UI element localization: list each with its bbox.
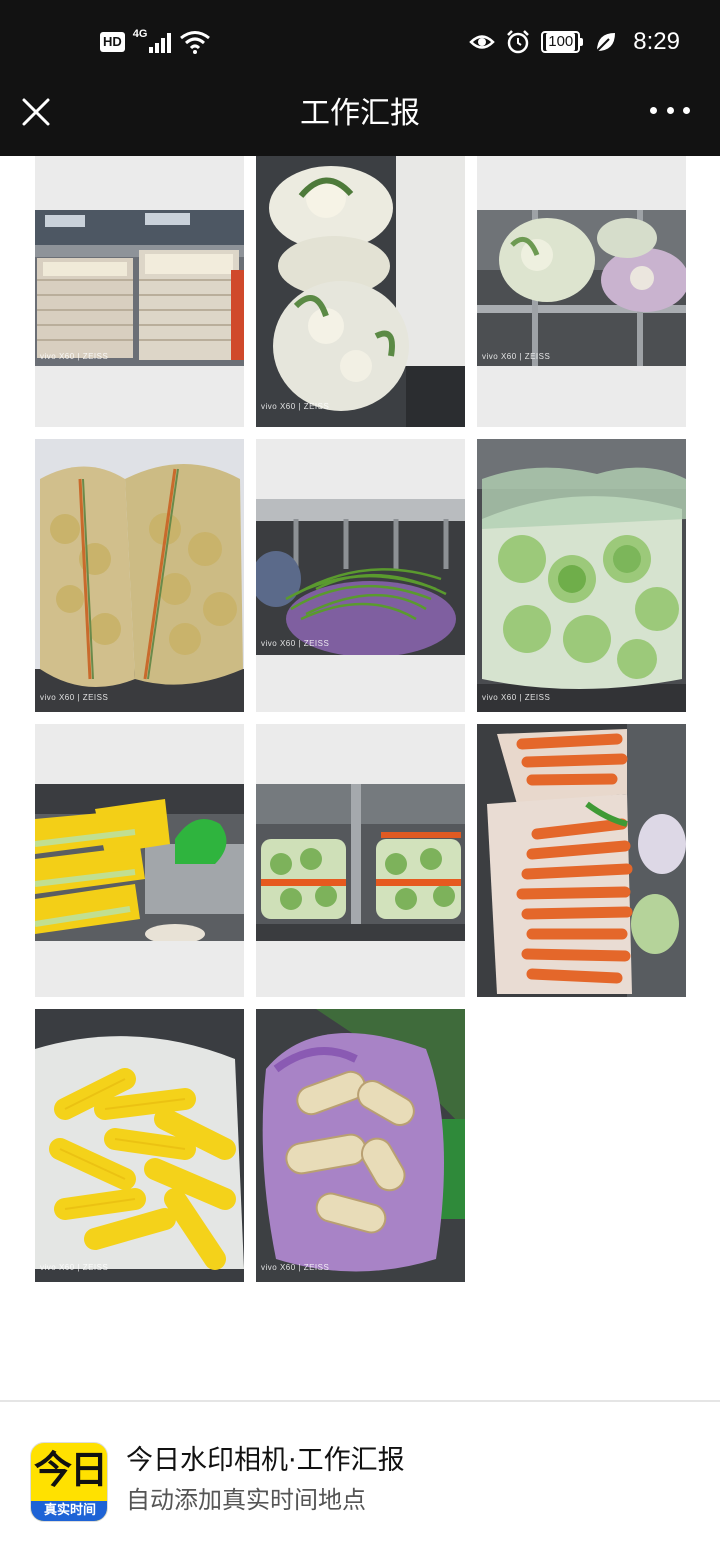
network-type: 4G xyxy=(132,28,148,40)
photo-image xyxy=(477,210,686,366)
signal-icon xyxy=(149,31,172,53)
app-logo: 今日 真实时间 xyxy=(30,1442,108,1522)
eye-icon xyxy=(469,35,496,49)
alarm-icon xyxy=(507,30,530,54)
photo-thumbnail[interactable]: vivo X60 | ZEISS xyxy=(256,439,465,712)
banner-subtitle: 自动添加真实时间地点 xyxy=(126,1486,366,1514)
battery-level: 100 xyxy=(546,33,576,51)
photo-image xyxy=(477,439,686,712)
banner-title: 今日水印相机·工作汇报 xyxy=(126,1445,405,1476)
photo-watermark: vivo X60 | ZEISS xyxy=(40,352,109,361)
photo-image xyxy=(256,499,465,655)
photo-thumbnail[interactable]: vivo X60 | ZEISS xyxy=(35,156,244,427)
app-logo-strip: 真实时间 xyxy=(31,1501,107,1521)
photo-watermark: vivo X60 | ZEISS xyxy=(261,1263,330,1272)
photo-image xyxy=(35,1009,244,1282)
photo-thumbnail[interactable] xyxy=(256,724,465,997)
battery-icon: 100 xyxy=(541,31,584,53)
photo-image xyxy=(256,784,465,941)
photo-grid: vivo X60 | ZEISS vivo X60 | ZEISS vivo X… xyxy=(35,156,686,1282)
photo-thumbnail[interactable]: vivo X60 | ZEISS xyxy=(477,439,686,712)
more-icon[interactable] xyxy=(650,98,690,122)
photo-thumbnail[interactable]: vivo X60 | ZEISS xyxy=(35,439,244,712)
photo-image xyxy=(256,156,465,427)
photo-image xyxy=(477,724,686,997)
nav-bar: 工作汇报 xyxy=(0,84,720,156)
photo-watermark: vivo X60 | ZEISS xyxy=(261,639,330,648)
photo-image xyxy=(35,784,244,941)
photo-thumbnail[interactable]: vivo X60 | ZEISS xyxy=(256,156,465,427)
wifi-icon xyxy=(180,31,211,54)
status-right: 100 8:29 xyxy=(469,24,680,60)
photo-watermark: vivo X60 | ZEISS xyxy=(482,693,551,702)
photo-thumbnail[interactable] xyxy=(35,724,244,997)
photo-thumbnail[interactable]: vivo X60 | ZEISS xyxy=(477,156,686,427)
photo-watermark: vivo X60 | ZEISS xyxy=(261,402,330,411)
app-banner[interactable]: 今日 真实时间 今日水印相机·工作汇报 自动添加真实时间地点 xyxy=(0,1402,720,1560)
page-title: 工作汇报 xyxy=(300,96,420,131)
clock: 8:29 xyxy=(633,28,680,55)
photo-thumbnail[interactable] xyxy=(477,724,686,997)
leaf-icon xyxy=(596,33,616,52)
status-left: HD 4G xyxy=(100,26,211,58)
photo-image xyxy=(256,1009,465,1282)
status-bar: HD 4G 100 8:29 xyxy=(0,0,720,84)
photo-thumbnail[interactable]: vivo X60 | ZEISS xyxy=(256,1009,465,1282)
photo-thumbnail[interactable]: vivo X60 | ZEISS xyxy=(35,1009,244,1282)
photo-image xyxy=(35,210,244,366)
photo-watermark: vivo X60 | ZEISS xyxy=(40,1263,109,1272)
photo-watermark: vivo X60 | ZEISS xyxy=(482,352,551,361)
app-logo-text: 今日 xyxy=(33,1448,107,1492)
photo-image xyxy=(35,439,244,712)
photo-watermark: vivo X60 | ZEISS xyxy=(40,693,109,702)
hd-badge: HD xyxy=(100,32,125,52)
